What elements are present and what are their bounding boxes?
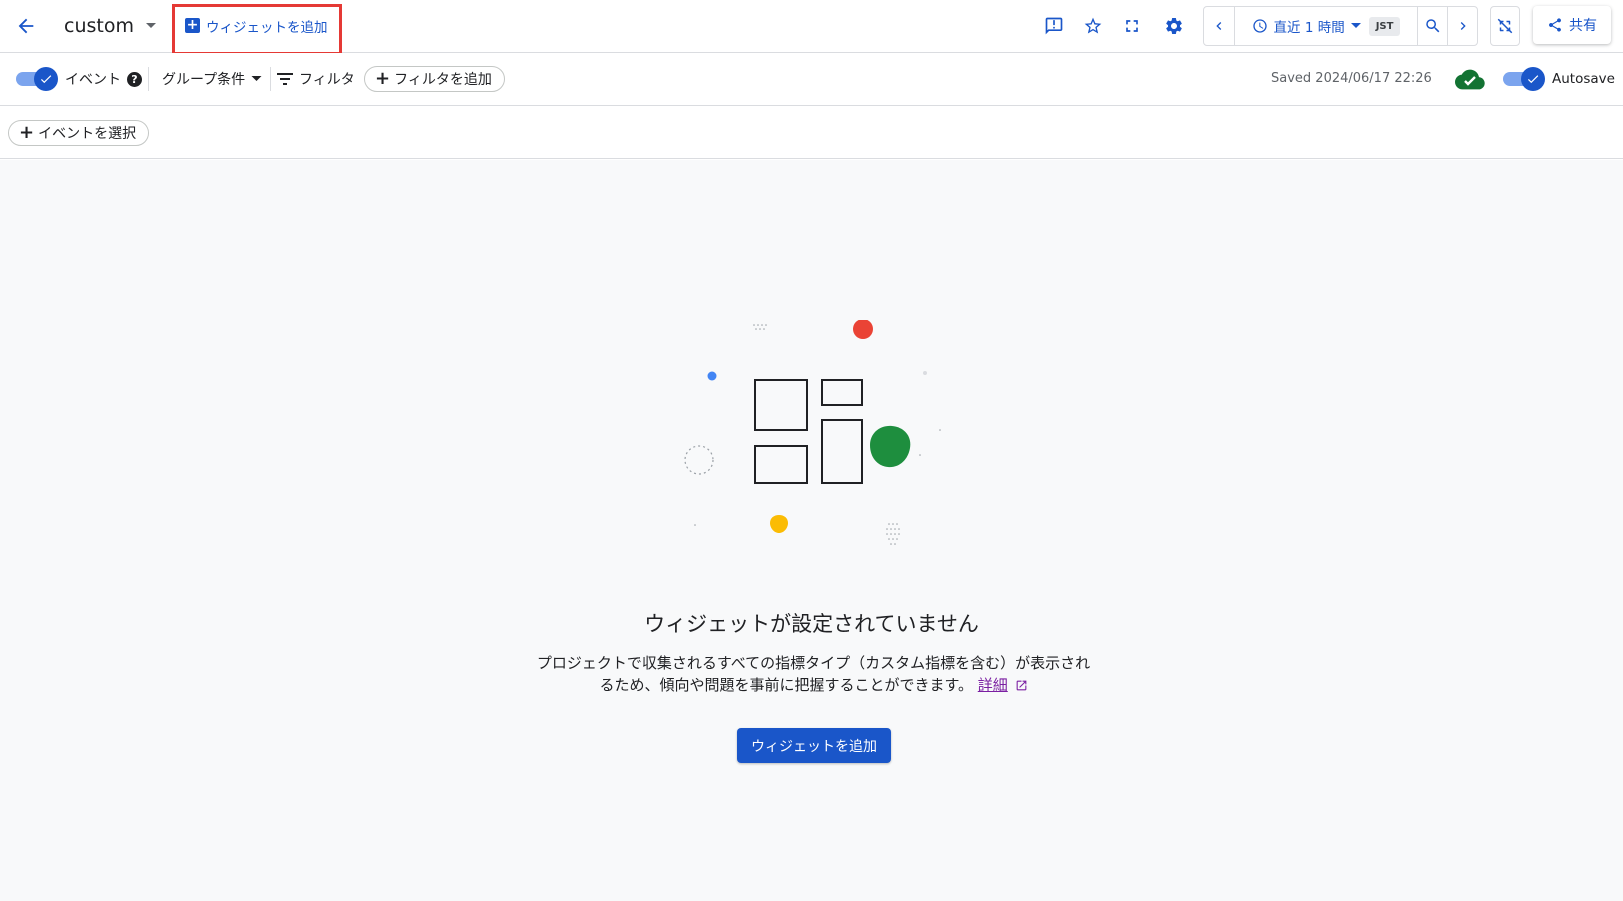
top-toolbar: custom + ウィジェットを追加 直近 1 時間 JST 共有	[0, 0, 1623, 55]
events-toggle[interactable]	[16, 67, 58, 91]
autosave-toggle[interactable]	[1503, 67, 1545, 91]
plus-icon: +	[375, 68, 391, 89]
favorite-button[interactable]	[1079, 12, 1107, 40]
timezone-badge: JST	[1368, 16, 1401, 36]
filter-lines-icon	[277, 73, 293, 85]
learn-more-link[interactable]: 詳細	[978, 676, 1008, 694]
plus-icon: +	[19, 122, 35, 143]
fullscreen-button[interactable]	[1118, 12, 1146, 40]
zoom-button[interactable]	[1418, 7, 1448, 45]
help-icon[interactable]: ?	[127, 71, 142, 87]
back-arrow-icon	[18, 18, 34, 34]
add-box-icon: +	[185, 17, 200, 33]
filter-label-group: フィルタ	[277, 69, 355, 89]
settings-button[interactable]	[1160, 12, 1188, 40]
chevron-left-icon	[1216, 22, 1222, 30]
events-label-group: イベント ?	[65, 69, 142, 89]
select-event-chip[interactable]: + イベントを選択	[8, 120, 150, 146]
check-icon	[1521, 67, 1545, 91]
group-by-label: グループ条件	[162, 72, 246, 88]
clock-icon	[1252, 19, 1267, 33]
dropdown-caret-icon	[1350, 23, 1361, 28]
divider	[270, 67, 271, 91]
settings-icon	[1166, 17, 1182, 34]
add-filter-label: フィルタを追加	[394, 72, 492, 88]
events-label: イベント	[65, 72, 121, 88]
add-widget-label: ウィジェットを追加	[206, 19, 328, 36]
time-range-group: 直近 1 時間 JST	[1203, 6, 1478, 46]
share-button[interactable]: 共有	[1533, 6, 1611, 44]
empty-dashboard-illustration	[684, 320, 941, 545]
add-widget-primary-button[interactable]: ウィジェットを追加	[737, 728, 891, 763]
add-widget-primary-label: ウィジェットを追加	[751, 738, 877, 755]
share-icon	[1549, 18, 1561, 32]
share-label: 共有	[1569, 18, 1597, 34]
feedback-button[interactable]	[1040, 12, 1068, 40]
time-next-button[interactable]	[1448, 7, 1477, 45]
filter-bar: イベント ? グループ条件 フィルタ + フィルタを追加 Saved 2024/…	[0, 53, 1623, 106]
empty-state-title: ウィジェットが設定されていません	[644, 612, 979, 636]
time-prev-button[interactable]	[1204, 7, 1235, 45]
add-widget-button[interactable]: + ウィジェットを追加	[185, 16, 328, 36]
add-filter-chip[interactable]: + フィルタを追加	[364, 66, 505, 92]
back-button[interactable]	[12, 12, 40, 40]
check-icon	[34, 67, 58, 91]
filter-label: フィルタ	[299, 72, 355, 88]
empty-state-description-text: プロジェクトで収集されるすべての指標タイプ（カスタム指標を含む）が表示されるため…	[536, 654, 1091, 694]
saved-status: Saved 2024/06/17 22:26	[1271, 71, 1432, 86]
dashboard-title-dropdown[interactable]: custom	[64, 12, 156, 40]
empty-state-description: プロジェクトで収集されるすべての指標タイプ（カスタム指標を含む）が表示されるため…	[531, 652, 1096, 696]
star-icon	[1084, 17, 1102, 34]
time-range-picker[interactable]: 直近 1 時間 JST	[1235, 7, 1418, 45]
divider	[148, 67, 149, 91]
dashboard-canvas: ウィジェットが設定されていません プロジェクトで収集されるすべての指標タイプ（カ…	[0, 160, 1623, 901]
external-link-icon	[1016, 680, 1026, 691]
feedback-icon	[1045, 17, 1063, 35]
time-range-label: 直近 1 時間	[1273, 20, 1345, 36]
chevron-right-icon	[1460, 22, 1466, 30]
cloud-done-icon	[1455, 69, 1485, 90]
dashboard-title: custom	[64, 15, 134, 37]
add-widget-highlight: + ウィジェットを追加	[172, 4, 342, 55]
dropdown-caret-icon	[145, 23, 156, 28]
autosave-label: Autosave	[1552, 71, 1615, 87]
select-event-label: イベントを選択	[38, 126, 137, 142]
compare-off-icon	[1497, 18, 1513, 34]
compare-toggle-button[interactable]	[1490, 6, 1520, 46]
dropdown-caret-icon	[251, 76, 262, 81]
fullscreen-icon	[1126, 20, 1138, 32]
zoom-icon	[1425, 19, 1439, 33]
group-by-dropdown[interactable]: グループ条件	[162, 69, 262, 89]
event-bar: + イベントを選択	[0, 106, 1623, 159]
